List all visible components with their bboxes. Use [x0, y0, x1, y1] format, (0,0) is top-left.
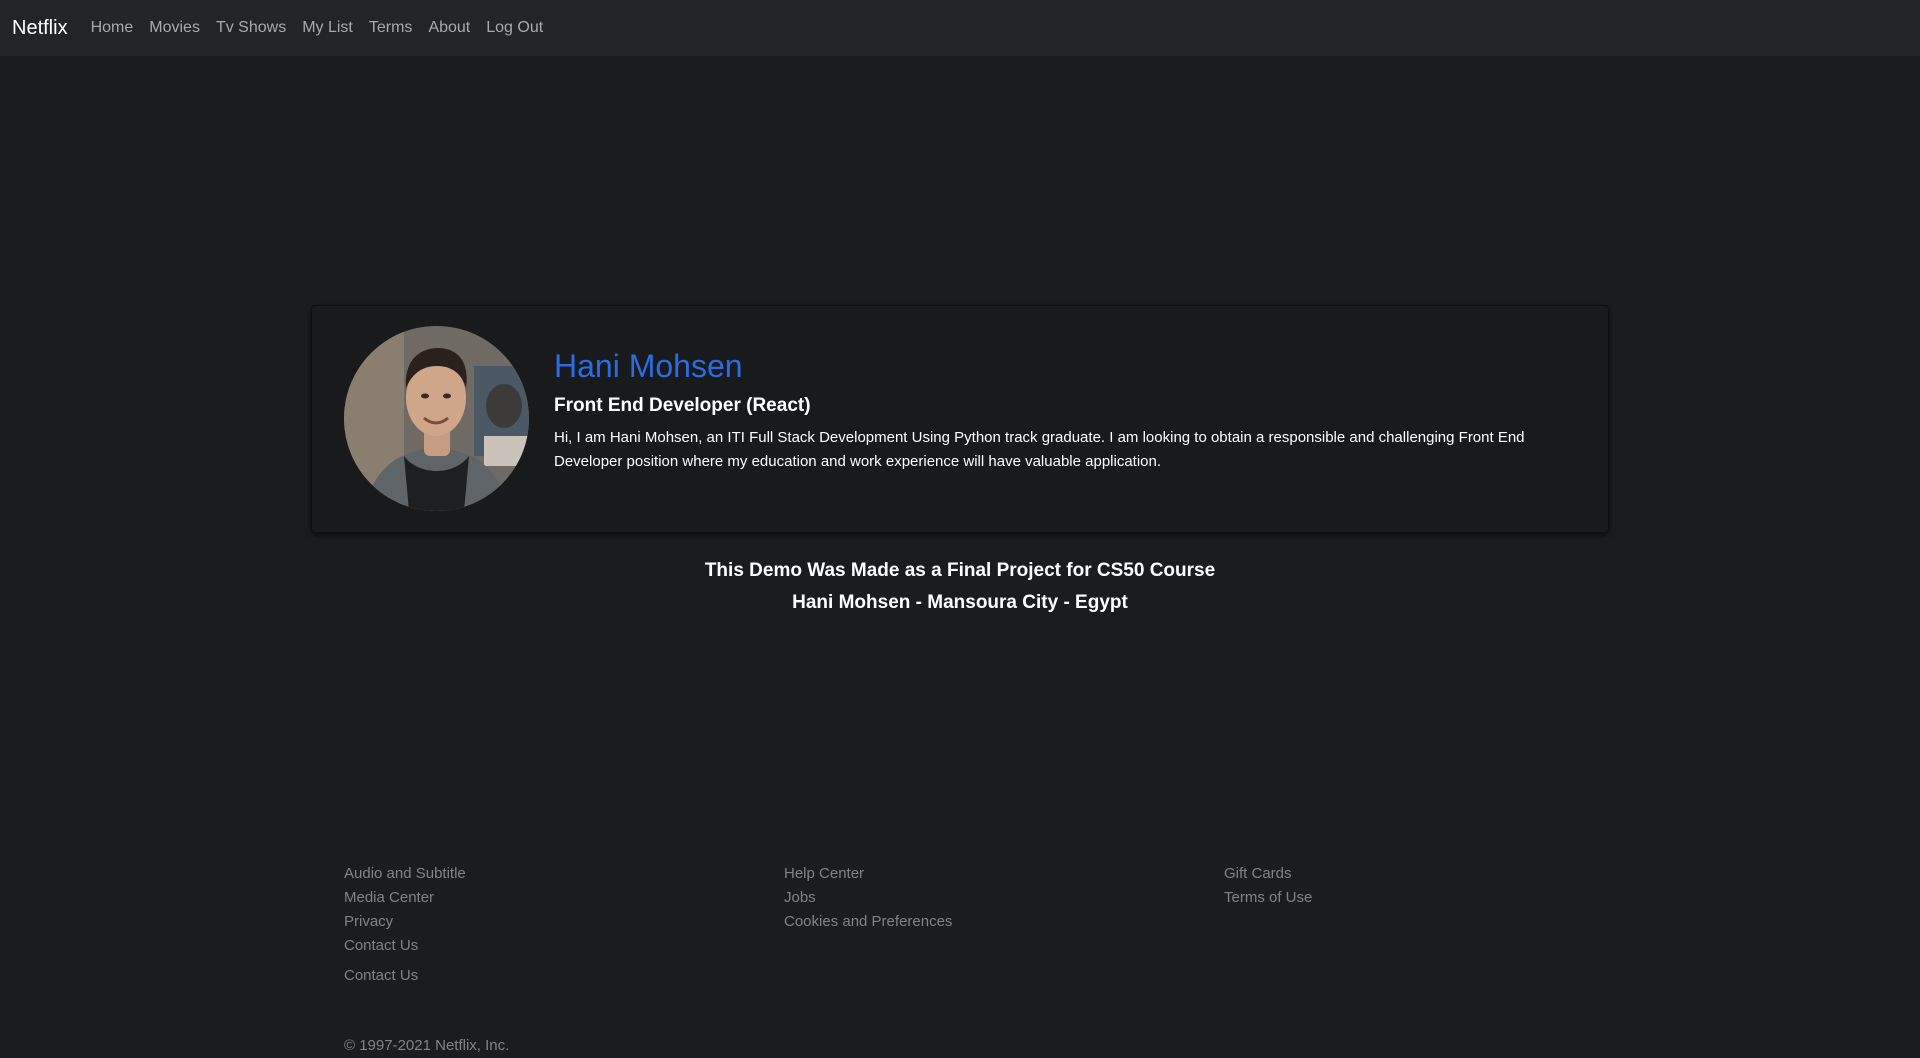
copyright: © 1997-2021 Netflix, Inc.: [344, 1037, 510, 1054]
footer-link-jobs[interactable]: Jobs: [784, 886, 1184, 910]
footer-column-1: Audio and Subtitle Media Center Privacy …: [344, 862, 744, 958]
footer-link-contact-us[interactable]: Contact Us: [344, 934, 744, 958]
navbar: Netflix Home Movies Tv Shows My List Ter…: [0, 0, 1920, 56]
profile-card: Hani Mohsen Front End Developer (React) …: [311, 305, 1609, 533]
nav-link-my-list[interactable]: My List: [302, 19, 353, 37]
brand-logo[interactable]: Netflix: [12, 17, 68, 40]
credits: This Demo Was Made as a Final Project fo…: [0, 555, 1920, 619]
footer-link-gift-cards[interactable]: Gift Cards: [1224, 862, 1624, 886]
footer-column-3: Gift Cards Terms of Use: [1224, 862, 1624, 910]
nav-link-log-out[interactable]: Log Out: [486, 19, 543, 37]
avatar: [344, 326, 529, 511]
profile-bio: Hi, I am Hani Mohsen, an ITI Full Stack …: [554, 429, 1525, 470]
footer-link-help-center[interactable]: Help Center: [784, 862, 1184, 886]
person-photo-icon: [344, 326, 529, 511]
profile-name: Hani Mohsen: [554, 348, 743, 384]
footer-column-2: Help Center Jobs Cookies and Preferences: [784, 862, 1184, 934]
profile-text: Hani Mohsen Front End Developer (React) …: [554, 346, 1574, 474]
credits-line-1: This Demo Was Made as a Final Project fo…: [704, 560, 1216, 581]
footer-link-contact-us-extra[interactable]: Contact Us: [344, 964, 418, 988]
footer-link-cookies[interactable]: Cookies and Preferences: [784, 910, 1184, 934]
nav-link-about[interactable]: About: [428, 19, 470, 37]
credits-line-2: Hani Mohsen - Mansoura City - Egypt: [792, 592, 1128, 613]
nav-link-terms[interactable]: Terms: [369, 19, 413, 37]
nav-link-home[interactable]: Home: [91, 19, 134, 37]
footer-link-privacy[interactable]: Privacy: [344, 910, 744, 934]
footer-link-media-center[interactable]: Media Center: [344, 886, 744, 910]
profile-role: Front End Developer (React): [554, 395, 811, 416]
footer-link-audio-subtitle[interactable]: Audio and Subtitle: [344, 862, 744, 886]
nav-link-tv-shows[interactable]: Tv Shows: [216, 19, 286, 37]
footer-extra: Contact Us: [344, 964, 418, 988]
footer-link-terms-of-use[interactable]: Terms of Use: [1224, 886, 1624, 910]
nav-link-movies[interactable]: Movies: [149, 19, 200, 37]
